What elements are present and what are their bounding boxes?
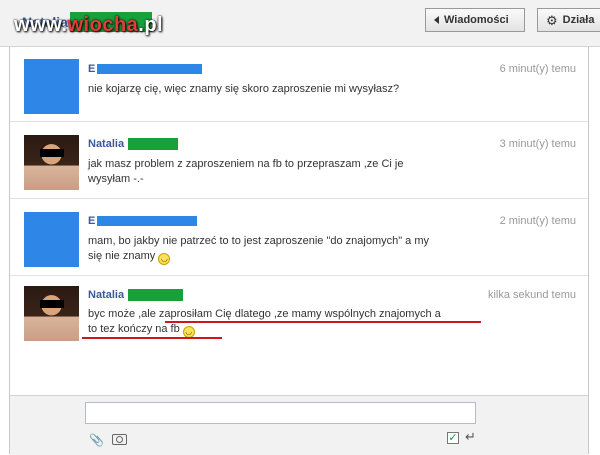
message-time: 2 minut(y) temu: [499, 215, 576, 227]
avatar[interactable]: [24, 212, 79, 267]
eye-redaction: [40, 300, 64, 308]
sender-redaction: [97, 64, 203, 74]
message-text: mam, bo jakby nie patrzeć to to jest zap…: [88, 234, 468, 265]
message-time: 6 minut(y) temu: [499, 63, 576, 75]
message-thread: E 6 minut(y) temu nie kojarzę cię, więc …: [9, 47, 589, 455]
camera-icon[interactable]: [112, 434, 127, 445]
message-item: E 2 minut(y) temu mam, bo jakby nie patr…: [10, 199, 588, 276]
red-underline: [165, 321, 481, 323]
paperclip-icon[interactable]: 📎: [89, 433, 104, 447]
message-line: mam, bo jakby nie patrzeć to to jest zap…: [88, 235, 430, 247]
message-line: to tez kończy na fb: [88, 323, 180, 335]
sender-redaction: [128, 138, 179, 150]
avatar[interactable]: [24, 59, 79, 114]
message-line: byc może ,ale zaprosiłam Cię dlatego ,ze…: [88, 308, 441, 320]
sender-name[interactable]: E: [88, 215, 198, 227]
avatar[interactable]: [24, 135, 79, 190]
red-underline: [82, 337, 222, 339]
messages-button-label: Wiadomości: [444, 14, 509, 26]
sender-label: E: [88, 215, 96, 227]
actions-button-label: Działa: [562, 14, 595, 26]
message-time: kilka sekund temu: [487, 289, 576, 301]
message-line: się nie znamy: [88, 250, 156, 262]
back-to-messages-button[interactable]: Wiadomości: [425, 8, 525, 32]
enter-icon: ↵: [465, 429, 476, 444]
gear-icon: ⚙: [546, 12, 558, 28]
sender-label: Natalia: [88, 289, 125, 301]
conversation-header: Natalia www.wiocha.pl Wiadomości ⚙ Dział…: [0, 0, 600, 47]
eye-redaction: [40, 149, 64, 157]
sender-name[interactable]: Natalia: [88, 289, 184, 301]
sender-label: E: [88, 63, 96, 75]
avatar[interactable]: [24, 286, 79, 341]
reply-composer: 📎 ✓ ↵: [10, 395, 588, 455]
watermark-prefix: www.: [14, 14, 68, 36]
actions-button[interactable]: ⚙ Działa: [537, 8, 600, 32]
sender-redaction: [128, 289, 184, 301]
smiley-icon: ◡: [158, 253, 171, 265]
watermark: www.wiocha.pl: [14, 14, 163, 37]
message-line: wysyłam -.-: [88, 173, 144, 185]
sender-redaction: [97, 216, 198, 226]
arrow-left-icon: [434, 16, 439, 24]
message-time: 3 minut(y) temu: [499, 138, 576, 150]
sender-name[interactable]: Natalia: [88, 138, 179, 150]
message-item: Natalia kilka sekund temu byc może ,ale …: [10, 276, 588, 394]
watermark-suffix: .pl: [138, 14, 164, 36]
sender-name[interactable]: E: [88, 63, 203, 75]
sender-label: Natalia: [88, 138, 125, 150]
message-item: E 6 minut(y) temu nie kojarzę cię, więc …: [10, 47, 588, 122]
reply-input[interactable]: [85, 402, 476, 424]
message-item: Natalia 3 minut(y) temu jak masz problem…: [10, 122, 588, 199]
message-text: jak masz problem z zaproszeniem na fb to…: [88, 157, 468, 187]
message-line: jak masz problem z zaproszeniem na fb to…: [88, 158, 404, 170]
message-text: nie kojarzę cię, więc znamy się skoro za…: [88, 83, 400, 95]
watermark-brand: wiocha: [67, 14, 139, 36]
enter-to-send-checkbox[interactable]: ✓: [447, 432, 459, 444]
